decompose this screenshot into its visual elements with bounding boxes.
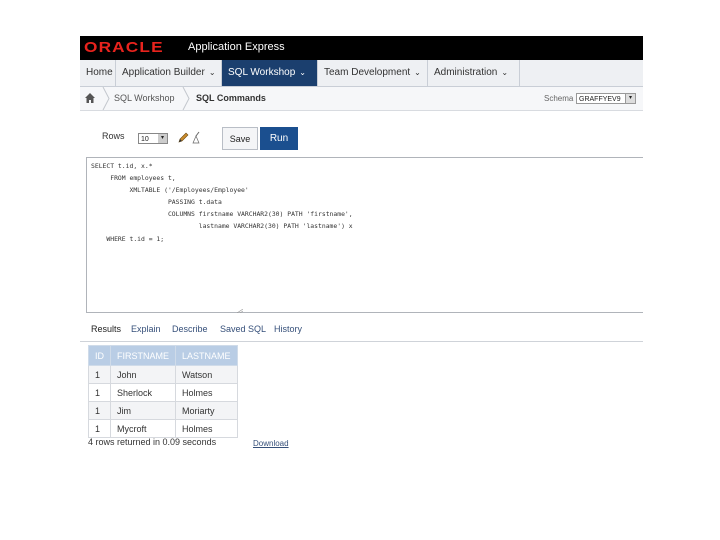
column-header-lastname: LASTNAME bbox=[175, 345, 238, 366]
code-line: FROM employees t, bbox=[91, 174, 176, 182]
tab-describe[interactable]: Describe bbox=[172, 324, 208, 334]
rows-label: Rows bbox=[102, 131, 125, 141]
column-header-firstname: FIRSTNAME bbox=[109, 345, 177, 366]
chevron-down-icon: ⌄ bbox=[501, 68, 509, 77]
table-cell: John bbox=[109, 365, 177, 384]
table-cell: 1 bbox=[88, 419, 111, 438]
breadcrumb-separator-icon bbox=[102, 87, 110, 110]
table-cell: Moriarty bbox=[175, 401, 238, 420]
nav-label: Application Builder bbox=[122, 67, 205, 78]
results-status: 4 rows returned in 0.09 seconds bbox=[88, 437, 217, 447]
table-row: 1 John Watson bbox=[88, 365, 238, 384]
command-toolbar: Rows 10 ▾ Save Run bbox=[80, 123, 643, 153]
chevron-down-icon: ⌄ bbox=[208, 68, 216, 77]
chevron-down-icon: ⌄ bbox=[299, 68, 306, 77]
schema-select[interactable]: GRAFFYEV9 ▾ bbox=[576, 93, 636, 104]
oracle-logo: ORACLE bbox=[84, 39, 164, 56]
home-icon[interactable] bbox=[84, 92, 96, 104]
run-button[interactable]: Run bbox=[260, 127, 298, 150]
code-line: COLUMNS firstname VARCHAR2(30) PATH 'fir… bbox=[91, 210, 353, 218]
breadcrumb-sql-commands: SQL Commands bbox=[196, 93, 266, 103]
rows-value: 10 bbox=[141, 136, 149, 143]
table-row: 1 Jim Moriarty bbox=[88, 401, 238, 420]
dropdown-arrow-icon: ▾ bbox=[625, 94, 635, 103]
table-header-row: ID FIRSTNAME LASTNAME bbox=[88, 345, 238, 366]
clear-icon[interactable] bbox=[190, 131, 202, 144]
tab-results[interactable]: Results bbox=[91, 324, 121, 334]
nav-administration[interactable]: Administration ⌄ bbox=[428, 60, 520, 86]
tab-saved-sql[interactable]: Saved SQL bbox=[220, 324, 266, 334]
chevron-down-icon: ⌄ bbox=[414, 68, 421, 77]
table-cell: 1 bbox=[88, 383, 111, 402]
results-table: ID FIRSTNAME LASTNAME 1 John Watson 1 Sh… bbox=[88, 345, 238, 438]
table-cell: Mycroft bbox=[109, 419, 177, 438]
code-line: lastname VARCHAR2(30) PATH 'lastname') x bbox=[91, 222, 353, 230]
nav-label: Home bbox=[86, 67, 113, 78]
rows-select[interactable]: 10 ▾ bbox=[138, 133, 168, 144]
table-cell: Holmes bbox=[175, 383, 238, 402]
pencil-icon[interactable] bbox=[177, 131, 189, 144]
download-link[interactable]: Download bbox=[253, 439, 289, 448]
table-cell: Sherlock bbox=[109, 383, 177, 402]
table-row: 1 Mycroft Holmes bbox=[88, 419, 238, 438]
code-line: PASSING t.data bbox=[91, 198, 222, 206]
table-cell: 1 bbox=[88, 365, 111, 384]
breadcrumb: SQL Workshop SQL Commands Schema GRAFFYE… bbox=[80, 87, 643, 111]
column-header-id: ID bbox=[88, 345, 111, 366]
nav-label: Team Development bbox=[324, 67, 411, 78]
table-cell: Jim bbox=[109, 401, 177, 420]
breadcrumb-separator-icon bbox=[182, 87, 190, 110]
dropdown-arrow-icon: ▾ bbox=[158, 134, 167, 143]
table-row: 1 Sherlock Holmes bbox=[88, 383, 238, 402]
code-line: XMLTABLE ('/Employees/Employee' bbox=[91, 186, 249, 194]
results-tabs: Results Explain Describe Saved SQL Histo… bbox=[80, 321, 643, 342]
schema-label: Schema bbox=[544, 94, 574, 103]
apex-window: ORACLE Application Express Home Applicat… bbox=[80, 36, 643, 474]
tab-explain[interactable]: Explain bbox=[131, 324, 161, 334]
sql-editor[interactable]: SELECT t.id, x.* FROM employees t, XMLTA… bbox=[86, 157, 643, 313]
table-cell: Holmes bbox=[175, 419, 238, 438]
breadcrumb-sql-workshop[interactable]: SQL Workshop bbox=[114, 87, 175, 110]
nav-home[interactable]: Home bbox=[80, 60, 116, 86]
tab-history[interactable]: History bbox=[274, 324, 302, 334]
save-button[interactable]: Save bbox=[222, 127, 258, 150]
table-cell: 1 bbox=[88, 401, 111, 420]
code-line: SELECT t.id, x.* bbox=[91, 162, 153, 170]
table-cell: Watson bbox=[175, 365, 238, 384]
nav-team-development[interactable]: Team Development ⌄ bbox=[318, 60, 428, 86]
nav-application-builder[interactable]: Application Builder ⌄ bbox=[116, 60, 222, 86]
top-bar: ORACLE Application Express bbox=[80, 36, 643, 60]
code-line: WHERE t.id = 1; bbox=[91, 235, 165, 243]
app-title: Application Express bbox=[188, 41, 285, 53]
resize-grip-icon[interactable] bbox=[237, 309, 243, 313]
main-nav: Home Application Builder ⌄ SQL Workshop ⌄ … bbox=[80, 60, 643, 87]
nav-label: Administration bbox=[434, 67, 498, 78]
schema-value: GRAFFYEV9 bbox=[579, 96, 621, 103]
nav-sql-workshop[interactable]: SQL Workshop ⌄ bbox=[222, 60, 318, 86]
nav-label: SQL Workshop bbox=[228, 67, 296, 78]
